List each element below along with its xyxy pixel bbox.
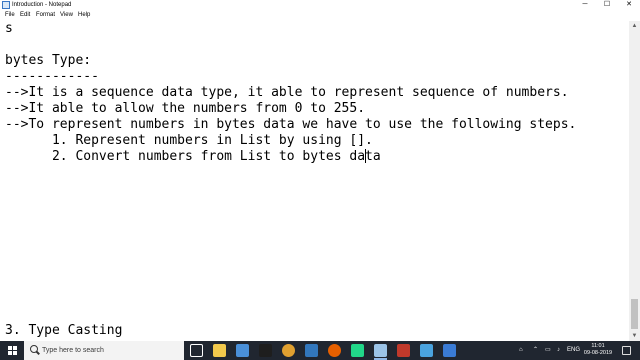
terminal-icon[interactable] (259, 344, 272, 357)
scroll-up-arrow-icon[interactable]: ▲ (629, 21, 640, 31)
settings-app-icon[interactable] (443, 344, 456, 357)
store-icon[interactable] (236, 344, 249, 357)
editor-line: -->It able to allow the numbers from 0 t… (5, 101, 366, 116)
record-icon[interactable] (397, 344, 410, 357)
volume-icon[interactable]: ♪ (557, 341, 560, 360)
pycharm-icon[interactable] (351, 344, 364, 357)
editor-line: 1. Represent numbers in List by using []… (5, 133, 373, 148)
taskbar-search[interactable]: Type here to search (24, 341, 184, 360)
clock-date: 09-08-2019 (583, 350, 613, 356)
tray-chevron-icon[interactable]: ⌃ (533, 341, 538, 360)
menu-file[interactable]: File (5, 10, 15, 21)
start-button[interactable] (0, 341, 24, 360)
menu-view[interactable]: View (60, 10, 73, 21)
text-caret (365, 149, 366, 163)
clock-time: 11:01 (591, 343, 605, 349)
search-icon (30, 345, 38, 353)
title-bar: Introduction - Notepad ─ ☐ ✕ (0, 0, 640, 10)
search-placeholder: Type here to search (42, 347, 104, 354)
editor-line: -->It is a sequence data type, it able t… (5, 85, 569, 100)
chrome-icon[interactable] (282, 344, 295, 357)
task-view-icon[interactable] (190, 344, 203, 357)
taskbar: Type here to search ⌂ ⌃ ▭ ♪ ENG 11:01 09… (0, 341, 640, 360)
notepad-icon[interactable] (374, 344, 387, 357)
editor-line: -->To represent numbers in bytes data we… (5, 117, 577, 132)
menu-bar: File Edit Format View Help (0, 10, 640, 21)
minimize-button[interactable]: ─ (574, 0, 596, 10)
editor-line: bytes Type: (5, 53, 92, 68)
editor-line-bottom: 3. Type Casting (5, 323, 123, 338)
text-editor[interactable]: s bytes Type: ------------ -->It is a se… (0, 21, 629, 341)
editor-line: 2. Convert numbers from List to bytes da… (5, 149, 381, 164)
editor-line: s (5, 21, 13, 36)
scrollbar-thumb[interactable] (631, 299, 638, 329)
windows-logo-icon (8, 346, 17, 355)
notepad-icon (2, 1, 10, 9)
clock[interactable]: 11:01 09-08-2019 (580, 343, 616, 357)
scroll-down-arrow-icon[interactable]: ▼ (629, 331, 640, 341)
maximize-button[interactable]: ☐ (596, 0, 618, 10)
file-explorer-icon[interactable] (213, 344, 226, 357)
close-button[interactable]: ✕ (618, 0, 640, 10)
notifications-icon[interactable] (622, 346, 631, 355)
vertical-scrollbar[interactable]: ▲ ▼ (629, 21, 640, 341)
editor-line: ------------ (5, 69, 99, 84)
edge-icon[interactable] (305, 344, 318, 357)
menu-help[interactable]: Help (78, 10, 90, 21)
menu-edit[interactable]: Edit (20, 10, 30, 21)
window-title: Introduction - Notepad (12, 2, 72, 8)
language-indicator[interactable]: ENG (567, 341, 580, 360)
monitor-icon[interactable] (420, 344, 433, 357)
people-icon[interactable]: ⌂ (519, 341, 523, 360)
firefox-icon[interactable] (328, 344, 341, 357)
menu-format[interactable]: Format (36, 10, 55, 21)
network-icon[interactable]: ▭ (545, 341, 551, 360)
